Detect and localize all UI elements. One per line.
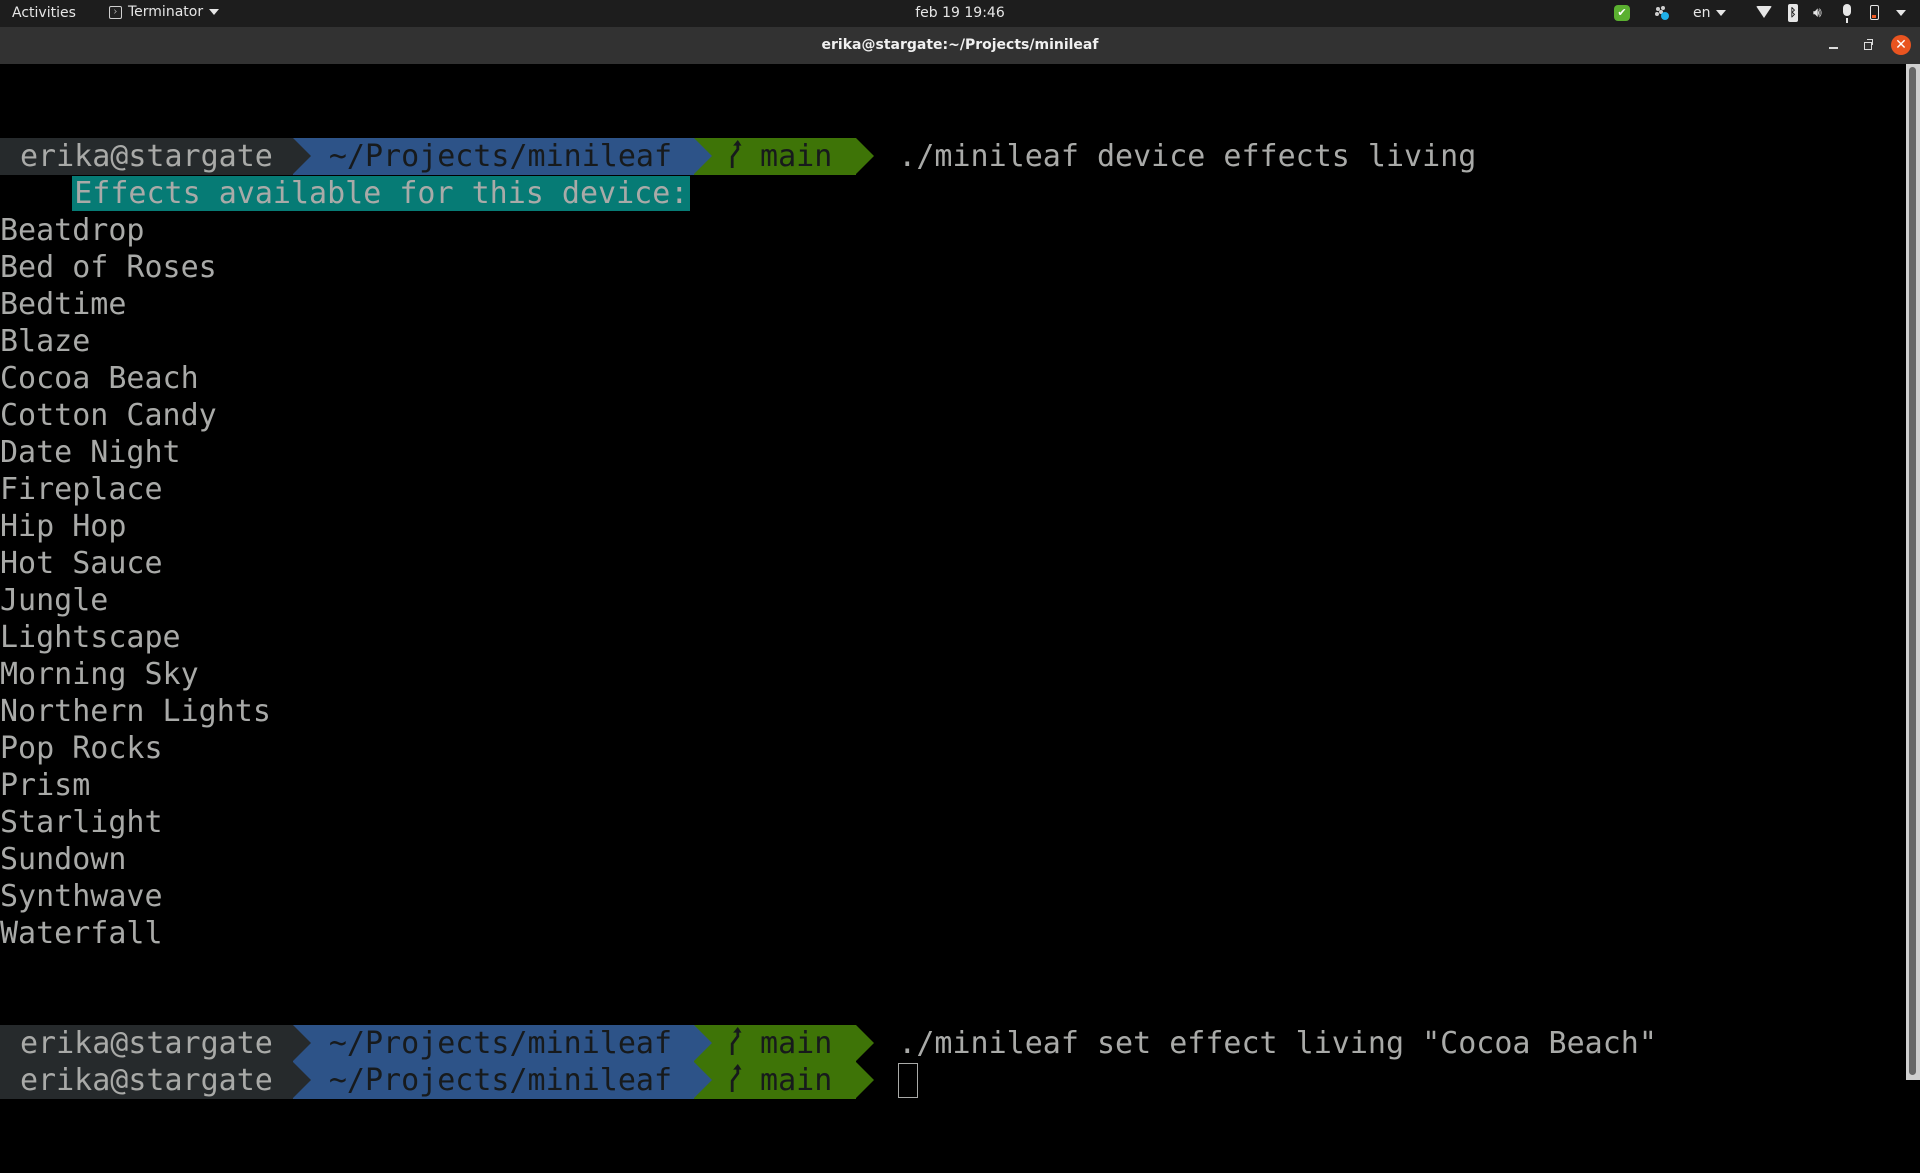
close-button[interactable]: ✕ bbox=[1891, 35, 1911, 55]
effect-list-item: Fireplace bbox=[0, 472, 163, 507]
chevron-down-icon bbox=[1715, 10, 1726, 16]
gnome-top-bar: Activities Terminator feb 19 19:46 ✔ en … bbox=[0, 0, 1920, 27]
terminal-scrollbar[interactable] bbox=[1906, 64, 1920, 1080]
language-selector[interactable]: en bbox=[1693, 5, 1726, 21]
scrollbar-thumb[interactable] bbox=[1909, 67, 1916, 1075]
prompt-line: erika@stargate ~/Projects/minileaf main … bbox=[0, 951, 1657, 1062]
effect-list-item: Cotton Candy bbox=[0, 398, 217, 433]
effect-list-item: Bedtime bbox=[0, 287, 127, 322]
prompt-git-branch: main bbox=[694, 138, 875, 175]
terminal-view[interactable]: erika@stargate ~/Projects/minileaf main … bbox=[0, 64, 1906, 1099]
window-title: erika@stargate:~/Projects/minileaf bbox=[821, 37, 1099, 53]
battery-icon[interactable] bbox=[1870, 5, 1879, 20]
effect-list-item: Hip Hop bbox=[0, 509, 127, 544]
effect-list-item: Hot Sauce bbox=[0, 546, 163, 581]
effect-list-item: Waterfall bbox=[0, 916, 163, 951]
prompt-path: ~/Projects/minileaf bbox=[292, 1062, 713, 1099]
effect-list-item: Beatdrop bbox=[0, 213, 145, 248]
terminal-app-icon bbox=[109, 5, 122, 19]
effects-banner: Effects available for this device: bbox=[72, 176, 691, 211]
effect-list-item: Cocoa Beach bbox=[0, 361, 199, 396]
effect-list-item: Jungle bbox=[0, 583, 109, 618]
app-menu-label: Terminator bbox=[128, 4, 204, 20]
effect-list-item: Lightscape bbox=[0, 620, 181, 655]
effect-list-item: Northern Lights bbox=[0, 694, 271, 729]
effect-list-item: Pop Rocks bbox=[0, 731, 163, 766]
language-label: en bbox=[1693, 5, 1711, 21]
effect-list-item: Date Night bbox=[0, 435, 181, 470]
clock-container: feb 19 19:46 bbox=[0, 5, 1920, 21]
command-text: ./minileaf set effect living "Cocoa Beac… bbox=[898, 1026, 1657, 1061]
bluetooth-icon[interactable]: ᛒ bbox=[1788, 4, 1798, 22]
maximize-button[interactable] bbox=[1858, 36, 1876, 54]
effect-list-item: Prism bbox=[0, 768, 91, 803]
volume-icon[interactable]: 🔊︎ bbox=[1813, 5, 1822, 21]
prompt-git-branch: main bbox=[694, 1062, 875, 1099]
git-branch-icon bbox=[730, 140, 742, 168]
activities-button[interactable]: Activities bbox=[12, 5, 76, 21]
check-icon[interactable]: ✔ bbox=[1614, 5, 1630, 21]
prompt-line-active: erika@stargate ~/Projects/minileaf main bbox=[0, 988, 919, 1099]
chevron-down-icon bbox=[209, 9, 220, 15]
wifi-icon[interactable] bbox=[1756, 6, 1772, 18]
text-cursor[interactable] bbox=[898, 1063, 919, 1098]
slack-icon[interactable] bbox=[1654, 5, 1670, 21]
effect-list-item: Sundown bbox=[0, 842, 127, 877]
output-banner-line: Effects available for this device: bbox=[0, 138, 691, 211]
effect-list-item: Morning Sky bbox=[0, 657, 199, 692]
effect-list-item: Synthwave bbox=[0, 879, 163, 914]
git-branch-icon bbox=[730, 1064, 742, 1092]
microphone-icon[interactable] bbox=[1843, 4, 1851, 23]
window-titlebar[interactable]: erika@stargate:~/Projects/minileaf ✕ bbox=[0, 27, 1920, 64]
clock[interactable]: feb 19 19:46 bbox=[915, 5, 1005, 21]
app-menu[interactable]: Terminator bbox=[109, 4, 220, 20]
effect-list-item: Starlight bbox=[0, 805, 163, 840]
prompt-user-host: erika@stargate bbox=[0, 1062, 311, 1099]
effect-list-item: Bed of Roses bbox=[0, 250, 217, 285]
command-text: ./minileaf device effects living bbox=[898, 139, 1477, 174]
effect-list-item: Blaze bbox=[0, 324, 91, 359]
minimize-button[interactable] bbox=[1824, 36, 1842, 54]
system-menu-icon[interactable] bbox=[1896, 10, 1906, 16]
prompt-line: erika@stargate ~/Projects/minileaf main … bbox=[0, 64, 1476, 175]
